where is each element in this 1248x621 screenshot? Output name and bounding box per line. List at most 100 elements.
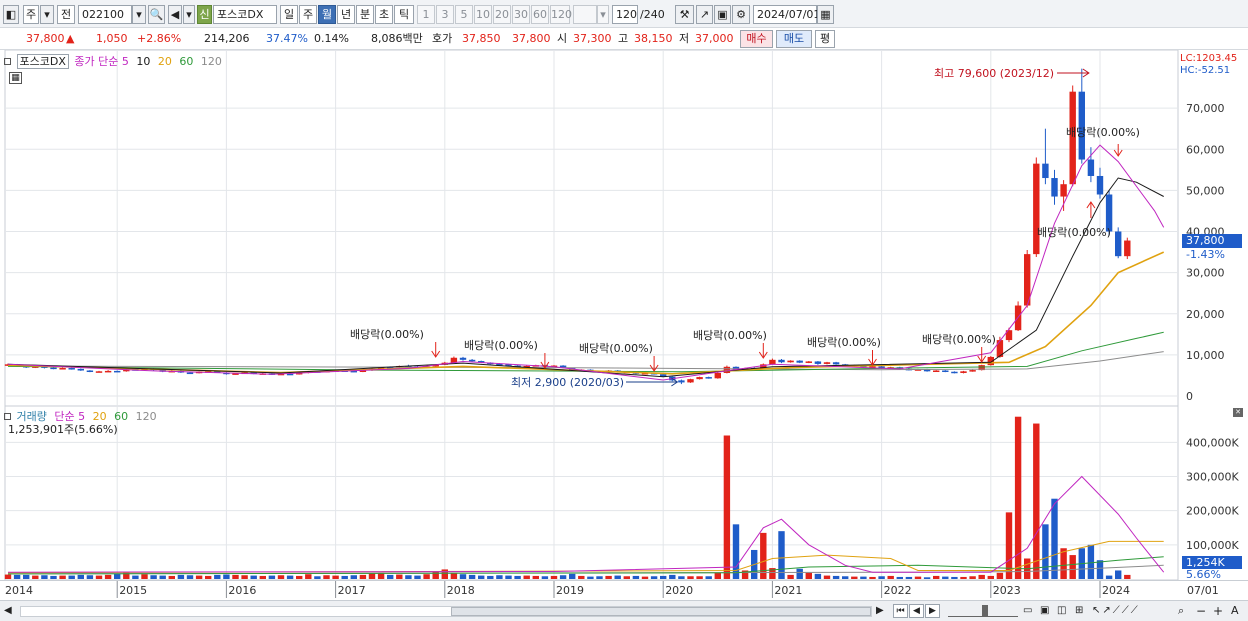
text-tool-icon[interactable]: A <box>1231 604 1243 618</box>
candle-down <box>50 367 57 370</box>
volume-bar-down <box>468 574 476 579</box>
period-year-button[interactable]: 년 <box>337 5 355 24</box>
candle-up <box>687 379 694 383</box>
settings-gear-icon[interactable]: ⚙ <box>732 5 750 24</box>
next-page-icon[interactable]: ▶ <box>925 604 940 618</box>
price-chart-svg: 70,00060,00050,00040,00030,00020,00010,0… <box>4 50 1225 406</box>
period-month-button[interactable]: 월 <box>318 5 336 24</box>
scroll-track[interactable] <box>20 606 872 617</box>
date-axis-label: 2019 <box>556 584 584 597</box>
candle-down <box>468 359 476 362</box>
high-price-note: 최고 79,600 (2023/12) <box>934 67 1054 80</box>
candle-up <box>723 366 731 373</box>
volume-bar-down <box>951 576 958 579</box>
minute-option-3[interactable]: 3 <box>436 5 454 24</box>
zoom-out-icon[interactable]: − <box>1196 604 1208 618</box>
period-week-button[interactable]: 주 <box>299 5 317 24</box>
speaker-dropdown-icon[interactable]: ▾ <box>183 5 195 24</box>
sell-button[interactable]: 매도 <box>776 30 812 48</box>
zoom-slider[interactable] <box>948 605 1018 617</box>
stock-name-field[interactable]: 포스코DX <box>213 5 277 24</box>
window-menu-icon[interactable]: ◧ <box>3 5 19 24</box>
volume-bar-up <box>914 576 922 579</box>
minute-option-120[interactable]: 120 <box>550 5 572 24</box>
zoom-slider-handle[interactable] <box>982 605 988 617</box>
layout-icon[interactable]: ◫ <box>1057 604 1071 618</box>
candle-up <box>969 370 976 372</box>
low-price-note: 최저 2,900 (2020/03) <box>511 376 624 389</box>
period-tick-button[interactable]: 틱 <box>394 5 414 24</box>
period-minute-button[interactable]: 분 <box>356 5 374 24</box>
drawing-tools[interactable]: ↖↗⟋⟋⟋ <box>1092 604 1172 618</box>
price-legend: 포스코DX 종가 단순 5 10 20 60 120 <box>4 53 222 69</box>
scroll-right-icon[interactable]: ▶ <box>876 605 888 617</box>
candle-count-input[interactable]: 120 <box>612 5 638 24</box>
legend-box-icon <box>4 58 11 65</box>
candle-down <box>678 380 685 383</box>
volume-chart-pane[interactable]: 400,000K 300,000K 200,000K 100,000K 거래량 단순 … <box>0 406 1248 581</box>
volume-bar-down <box>186 575 194 579</box>
search-icon[interactable]: 🔍 <box>148 5 165 24</box>
volume-bar-up <box>823 575 831 579</box>
indicator-list-icon[interactable]: ▦ <box>9 72 22 84</box>
average-button[interactable]: 평 <box>815 30 835 48</box>
speaker-icon[interactable]: ◀ <box>168 5 182 24</box>
volume-bar-up <box>4 574 12 579</box>
volume-bar-down <box>250 575 257 579</box>
interval-input[interactable] <box>573 5 597 24</box>
volume-bar-up <box>368 573 376 579</box>
zoom-box-icon[interactable]: ▭ <box>1023 604 1037 618</box>
compare-chart-icon[interactable]: ↗ <box>696 5 713 24</box>
interval-dropdown-icon[interactable]: ▾ <box>597 5 609 24</box>
volume-bar-down <box>214 574 221 579</box>
date-axis-label: 07/01 <box>1187 584 1219 597</box>
period-day-button[interactable]: 일 <box>280 5 298 24</box>
prev-page-icon[interactable]: ◀ <box>909 604 924 618</box>
calendar-icon[interactable]: ▦ <box>817 5 834 24</box>
date-input[interactable]: 2024/07/01 <box>753 5 820 24</box>
zoom-in-icon[interactable]: + <box>1213 604 1225 618</box>
minute-option-10[interactable]: 10 <box>474 5 492 24</box>
candle-up <box>823 362 831 364</box>
buy-button[interactable]: 매수 <box>740 30 773 48</box>
chart-tool-icon[interactable]: ⚒ <box>675 5 694 24</box>
hc-value: HC:-52.51 <box>1180 65 1231 76</box>
volume-bar-up <box>277 575 285 579</box>
current-price-tag: 37,800 <box>1182 234 1242 248</box>
candle-up <box>714 372 721 379</box>
stock-name-tag[interactable]: 포스코DX <box>16 54 69 69</box>
price-change-percent: +2.86% <box>137 32 182 45</box>
candle-down <box>814 361 822 364</box>
minute-option-5[interactable]: 5 <box>455 5 473 24</box>
minute-option-60[interactable]: 60 <box>531 5 549 24</box>
split-view-icon[interactable]: ▣ <box>1040 604 1054 618</box>
volume-bar-up <box>104 574 112 579</box>
mode-button[interactable]: 전 <box>57 5 75 24</box>
indicator-icon[interactable]: ⊞ <box>1075 604 1089 618</box>
code-dropdown-icon[interactable]: ▾ <box>132 5 146 24</box>
save-icon[interactable]: ▣ <box>714 5 731 24</box>
minute-option-30[interactable]: 30 <box>512 5 530 24</box>
close-pane-icon[interactable]: ✕ <box>1233 408 1243 417</box>
volume-axis-label: 100,000K <box>1186 539 1239 552</box>
period-second-button[interactable]: 초 <box>375 5 393 24</box>
minute-option-1[interactable]: 1 <box>417 5 435 24</box>
item-type-select[interactable]: 주 <box>23 5 39 24</box>
volume-bar-down <box>341 575 348 579</box>
price-chart-pane[interactable]: 70,000 60,000 50,000 40,000 30,000 20,000 10,0… <box>0 50 1248 406</box>
volume-bar-down <box>68 575 75 579</box>
volume-plot-area <box>4 406 1179 580</box>
chart-toolbar: ◧ 주 ▾ 전 022100 ▾ 🔍 ◀ ▾ 신 포스코DX 일 주 월 년 분… <box>0 0 1248 28</box>
ma20-legend: 20 <box>157 55 172 68</box>
volume-bar-up <box>605 575 612 579</box>
magnifier-icon[interactable]: ⌕ <box>1178 604 1192 618</box>
item-type-dropdown-icon[interactable]: ▾ <box>40 5 54 24</box>
stock-code-input[interactable]: 022100 <box>78 5 132 24</box>
volume-bar-down <box>923 577 931 579</box>
volume-bar-down <box>1087 544 1095 579</box>
scroll-thumb[interactable] <box>451 607 871 616</box>
volume-bar-down <box>650 576 658 579</box>
go-first-icon[interactable]: ⏮ <box>893 604 908 618</box>
scroll-left-icon[interactable]: ◀ <box>4 605 16 617</box>
minute-option-20[interactable]: 20 <box>493 5 511 24</box>
